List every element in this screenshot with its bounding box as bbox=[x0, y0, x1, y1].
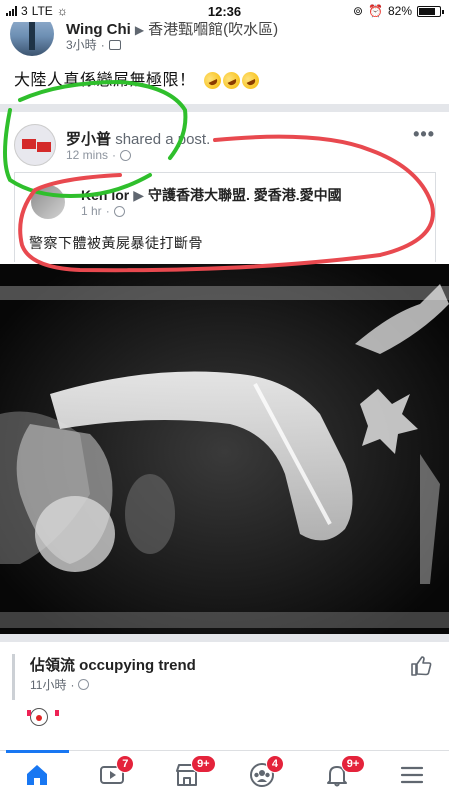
nav-watch[interactable]: 7 bbox=[75, 751, 150, 798]
original-header: Ken lor ▶ 守護香港大聯盟. 愛香港.愛中國 bbox=[81, 185, 342, 205]
post-body: 大陸人真係戀屌無極限！ bbox=[14, 66, 263, 93]
next-post: 佔領流 occupying trend 11小時 · bbox=[0, 642, 449, 750]
nav-home[interactable] bbox=[0, 750, 75, 798]
menu-icon bbox=[400, 766, 423, 783]
original-time[interactable]: 1 hr bbox=[81, 204, 102, 218]
status-bar: 3 LTE ☼ 12:36 ⊚ ⏰ 82% bbox=[0, 0, 449, 22]
notification-badge: 4 bbox=[265, 755, 285, 773]
original-author[interactable]: Ken lor bbox=[81, 187, 129, 203]
battery-icon bbox=[417, 5, 444, 17]
post-image[interactable] bbox=[0, 264, 449, 640]
shared-post: 罗小普 shared a post. 12 mins · ••• Ken lor ▶… bbox=[0, 104, 449, 640]
status-right: ⊚ ⏰ 82% bbox=[352, 4, 444, 18]
flag-icon bbox=[22, 139, 36, 149]
clown-emoji-icon bbox=[27, 708, 59, 726]
notification-badge: 9+ bbox=[340, 755, 366, 773]
group-name[interactable]: 香港甄嗰館(吹水區) bbox=[148, 21, 278, 38]
sharer-name[interactable]: 罗小普 bbox=[66, 131, 111, 148]
post-text: 大陸人真係戀屌無極限！ bbox=[14, 72, 196, 89]
flag-icon bbox=[37, 142, 51, 152]
quote-bar bbox=[12, 654, 15, 700]
orientation-lock-icon: ⊚ bbox=[352, 4, 364, 18]
feed-divider bbox=[0, 634, 449, 642]
alarm-icon: ⏰ bbox=[368, 4, 383, 18]
share-action: shared a post. bbox=[115, 131, 211, 148]
arrow-right-icon: ▶ bbox=[134, 23, 145, 37]
nav-menu[interactable] bbox=[374, 751, 449, 798]
post-time[interactable]: 3小時 bbox=[66, 36, 97, 53]
nav-marketplace[interactable]: 9+ bbox=[150, 751, 225, 798]
rofl-emoji-icon bbox=[220, 69, 244, 93]
battery-percent: 82% bbox=[387, 4, 412, 18]
globe-icon bbox=[120, 149, 132, 161]
home-icon bbox=[27, 764, 48, 785]
post-time[interactable]: 11小時 bbox=[30, 676, 66, 693]
original-text: 警察下體被黃屍暴徒打斷骨 bbox=[29, 235, 203, 251]
share-meta: 12 mins · bbox=[66, 148, 132, 162]
original-meta: 1 hr · bbox=[81, 204, 125, 218]
globe-icon bbox=[113, 205, 125, 217]
avatar[interactable] bbox=[31, 185, 65, 219]
original-group[interactable]: 守護香港大聯盟. 愛香港.愛中國 bbox=[148, 187, 342, 203]
share-time[interactable]: 12 mins bbox=[66, 148, 108, 162]
rofl-emoji-icon bbox=[239, 69, 263, 93]
notification-badge: 7 bbox=[116, 755, 135, 773]
notification-badge: 9+ bbox=[191, 755, 216, 773]
globe-icon bbox=[78, 679, 90, 690]
nav-groups[interactable]: 4 bbox=[224, 751, 299, 798]
bottom-nav: 7 9+ 4 9+ bbox=[0, 750, 449, 798]
post-meta: 11小時 · bbox=[30, 676, 90, 693]
post-meta: 3小時 · bbox=[66, 36, 121, 53]
more-options-button[interactable]: ••• bbox=[413, 124, 435, 145]
rofl-emoji-icon bbox=[201, 69, 225, 93]
page-name[interactable]: 佔領流 occupying trend bbox=[30, 654, 196, 675]
xray-image bbox=[0, 264, 449, 640]
original-post[interactable]: Ken lor ▶ 守護香港大聯盟. 愛香港.愛中國 1 hr · 警察下體被黃屍暴徒… bbox=[14, 172, 436, 262]
avatar[interactable] bbox=[14, 124, 56, 166]
like-icon[interactable] bbox=[409, 654, 433, 678]
emoji-row bbox=[201, 69, 263, 93]
group-privacy-icon bbox=[108, 39, 121, 50]
arrow-right-icon: ▶ bbox=[133, 187, 145, 203]
share-header: 罗小普 shared a post. bbox=[66, 128, 210, 149]
nav-notifications[interactable]: 9+ bbox=[299, 751, 374, 798]
battery-fill bbox=[419, 7, 435, 15]
